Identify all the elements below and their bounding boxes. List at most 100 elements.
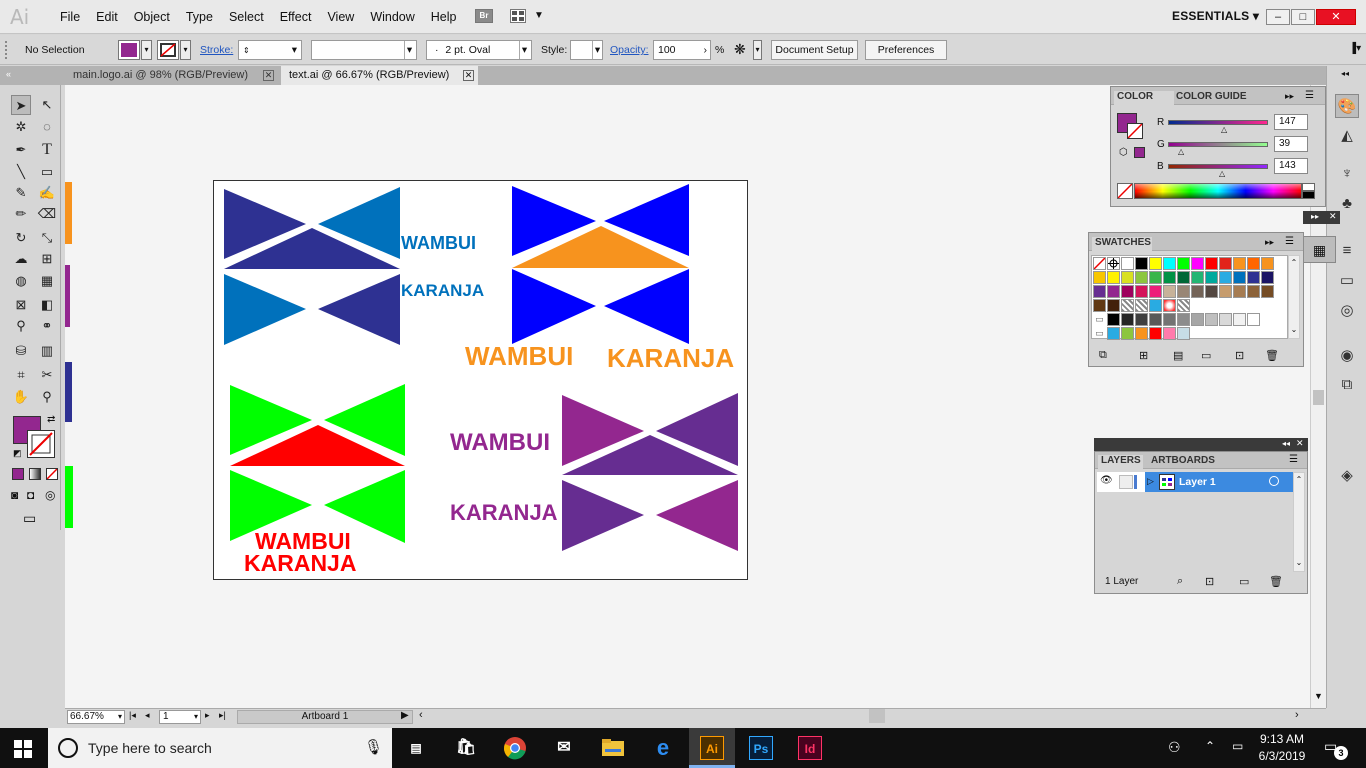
blend-tool-icon[interactable]: ⚭ bbox=[37, 316, 57, 336]
swatch-chip[interactable] bbox=[1149, 271, 1162, 284]
layer-name[interactable]: Layer 1 bbox=[1179, 476, 1216, 488]
windows-start-icon[interactable] bbox=[14, 740, 32, 761]
mail-icon[interactable]: ✉ bbox=[552, 736, 576, 760]
tab-main-logo[interactable]: main.logo.ai @ 98% (RGB/Preview) ✕ bbox=[65, 66, 278, 85]
group-swatch-chip[interactable] bbox=[1163, 327, 1176, 340]
b-slider-track[interactable] bbox=[1168, 164, 1268, 169]
panel-menu-icon[interactable]: ☰ bbox=[1289, 454, 1298, 465]
color-guide-panel-icon[interactable]: ◭ bbox=[1335, 124, 1359, 148]
swatch-chip[interactable] bbox=[1163, 271, 1176, 284]
color-mode-icon[interactable] bbox=[12, 468, 24, 480]
art-text-karanja[interactable]: KARANJA bbox=[607, 343, 734, 374]
warp-tool-icon[interactable]: ☁ bbox=[11, 249, 31, 269]
hand-tool-icon[interactable]: ✋ bbox=[11, 387, 31, 407]
gray-swatch-chip[interactable] bbox=[1233, 313, 1246, 326]
lasso-tool-icon[interactable]: ◌ bbox=[37, 117, 57, 137]
magic-wand-tool-icon[interactable]: ✲ bbox=[11, 117, 31, 137]
pencil-tool-icon[interactable]: ✏ bbox=[11, 204, 31, 224]
rotate-tool-icon[interactable]: ↻ bbox=[11, 228, 31, 248]
collapse-panel-icon[interactable]: ▸▸ bbox=[1265, 237, 1274, 248]
swatch-chip[interactable] bbox=[1093, 299, 1106, 312]
black-chip[interactable] bbox=[1302, 191, 1315, 199]
status-menu-icon[interactable]: ▶ bbox=[401, 710, 409, 721]
show-swatch-kinds-icon[interactable]: ⊞ bbox=[1139, 349, 1148, 362]
zoom-tool-icon[interactable]: ⚲ bbox=[37, 387, 57, 407]
transparency-panel-icon[interactable]: ◎ bbox=[1335, 299, 1359, 323]
new-swatch-icon[interactable]: ⊡ bbox=[1235, 349, 1244, 362]
swatch-chip[interactable] bbox=[1163, 285, 1176, 298]
gray-swatch-chip[interactable] bbox=[1247, 313, 1260, 326]
color-group-folder-icon[interactable]: ▭ bbox=[1093, 313, 1106, 326]
tab-color[interactable]: COLOR bbox=[1114, 91, 1174, 105]
swatch-chip[interactable] bbox=[1107, 299, 1120, 312]
swatch-chip[interactable] bbox=[1219, 257, 1232, 270]
r-slider-thumb[interactable]: △ bbox=[1221, 125, 1227, 134]
pen-tool-icon[interactable]: ✒ bbox=[11, 140, 31, 160]
zoom-select[interactable]: 66.67% ▾ bbox=[67, 710, 125, 724]
swatch-chip[interactable] bbox=[1233, 257, 1246, 270]
group-swatch-chip[interactable] bbox=[1149, 327, 1162, 340]
menu-window[interactable]: Window bbox=[362, 10, 422, 24]
swatch-chip[interactable] bbox=[1177, 285, 1190, 298]
people-icon[interactable]: ⚇ bbox=[1168, 739, 1181, 756]
swatch-chip[interactable] bbox=[1205, 285, 1218, 298]
swatch-chip[interactable] bbox=[1233, 285, 1246, 298]
line-tool-icon[interactable]: ╲ bbox=[11, 162, 31, 182]
gray-swatch-chip[interactable] bbox=[1163, 313, 1176, 326]
photoshop-app-icon[interactable]: Ps bbox=[749, 736, 773, 760]
arrange-documents-icon[interactable] bbox=[510, 9, 526, 23]
swatch-chip[interactable] bbox=[1135, 299, 1148, 312]
variable-width-profile[interactable]: ▾ bbox=[311, 40, 417, 60]
microphone-icon[interactable]: 🎙 bbox=[364, 738, 383, 756]
menu-object[interactable]: Object bbox=[126, 10, 178, 24]
close-button[interactable]: ✕ bbox=[1316, 9, 1356, 25]
close-tab-icon[interactable]: ✕ bbox=[463, 70, 474, 81]
art-text-karanja[interactable]: KARANJA bbox=[401, 281, 484, 301]
swatches-panel-icon[interactable]: ▦ bbox=[1303, 236, 1336, 263]
slice-tool-icon[interactable]: ✂ bbox=[37, 365, 57, 385]
tab-swatches[interactable]: SWATCHES bbox=[1092, 237, 1152, 251]
r-value-input[interactable]: 147 bbox=[1274, 114, 1308, 130]
scroll-down-icon[interactable]: ⌄ bbox=[1289, 325, 1299, 334]
artboard[interactable]: WAMBUI KARANJA WAMBUI KARANJA WAMBUI KAR… bbox=[213, 180, 748, 580]
close-panel-icon[interactable]: ✕ bbox=[1296, 438, 1304, 449]
grip-handle[interactable] bbox=[5, 41, 8, 59]
opacity-link[interactable]: Opacity: bbox=[610, 44, 649, 56]
g-value-input[interactable]: 39 bbox=[1274, 136, 1308, 152]
graphic-styles-panel-icon[interactable]: ⧉ bbox=[1335, 373, 1359, 397]
gray-swatch-chip[interactable] bbox=[1205, 313, 1218, 326]
layer-row[interactable]: 👁 ▷ Layer 1 bbox=[1097, 472, 1293, 492]
graphic-style-picker[interactable]: ▾ bbox=[570, 40, 603, 60]
swatch-chip[interactable] bbox=[1261, 257, 1274, 270]
draw-normal-icon[interactable]: ◙ bbox=[11, 488, 18, 502]
clock[interactable]: 9:13 AM 6/3/2019 bbox=[1256, 732, 1308, 763]
b-slider-thumb[interactable]: △ bbox=[1219, 169, 1225, 178]
swatch-chip[interactable] bbox=[1261, 285, 1274, 298]
scroll-down-icon[interactable]: ⌄ bbox=[1294, 558, 1304, 567]
gray-swatch-chip[interactable] bbox=[1107, 313, 1120, 326]
out-of-web-gamut-icon[interactable]: ⬡ bbox=[1119, 147, 1128, 158]
swatch-chip[interactable] bbox=[1177, 271, 1190, 284]
horizontal-scroll-thumb[interactable] bbox=[869, 709, 885, 723]
brushes-panel-icon[interactable]: ♆ bbox=[1335, 162, 1359, 186]
swatch-chip[interactable] bbox=[1205, 271, 1218, 284]
color-group-folder-icon[interactable]: ▭ bbox=[1093, 327, 1106, 340]
collapse-panel-icon[interactable]: ▸▸ bbox=[1285, 91, 1294, 102]
swatch-chip[interactable] bbox=[1177, 299, 1190, 312]
swatch-chip[interactable] bbox=[1219, 285, 1232, 298]
group-swatch-chip[interactable] bbox=[1107, 327, 1120, 340]
swatch-chip[interactable] bbox=[1205, 257, 1218, 270]
scroll-up-icon[interactable]: ⌃ bbox=[1289, 258, 1299, 267]
artboard-number-select[interactable]: 1 ▾ bbox=[159, 710, 201, 724]
target-icon[interactable] bbox=[1269, 476, 1279, 486]
make-clipping-mask-icon[interactable]: ⊡ bbox=[1205, 575, 1214, 588]
tab-layers[interactable]: LAYERS bbox=[1098, 455, 1143, 469]
scroll-down-icon[interactable]: ▼ bbox=[1314, 691, 1323, 701]
store-icon[interactable]: 🛍 bbox=[454, 736, 478, 760]
taskbar-search-box[interactable]: Type here to search 🎙 bbox=[48, 728, 392, 768]
next-artboard-icon[interactable]: ▸ bbox=[205, 710, 210, 721]
layers-panel-icon[interactable]: ◈ bbox=[1335, 464, 1359, 488]
task-view-icon[interactable]: ▤ bbox=[404, 736, 428, 760]
arrange-dropdown-icon[interactable]: ▼ bbox=[534, 10, 544, 21]
menu-file[interactable]: File bbox=[52, 10, 88, 24]
